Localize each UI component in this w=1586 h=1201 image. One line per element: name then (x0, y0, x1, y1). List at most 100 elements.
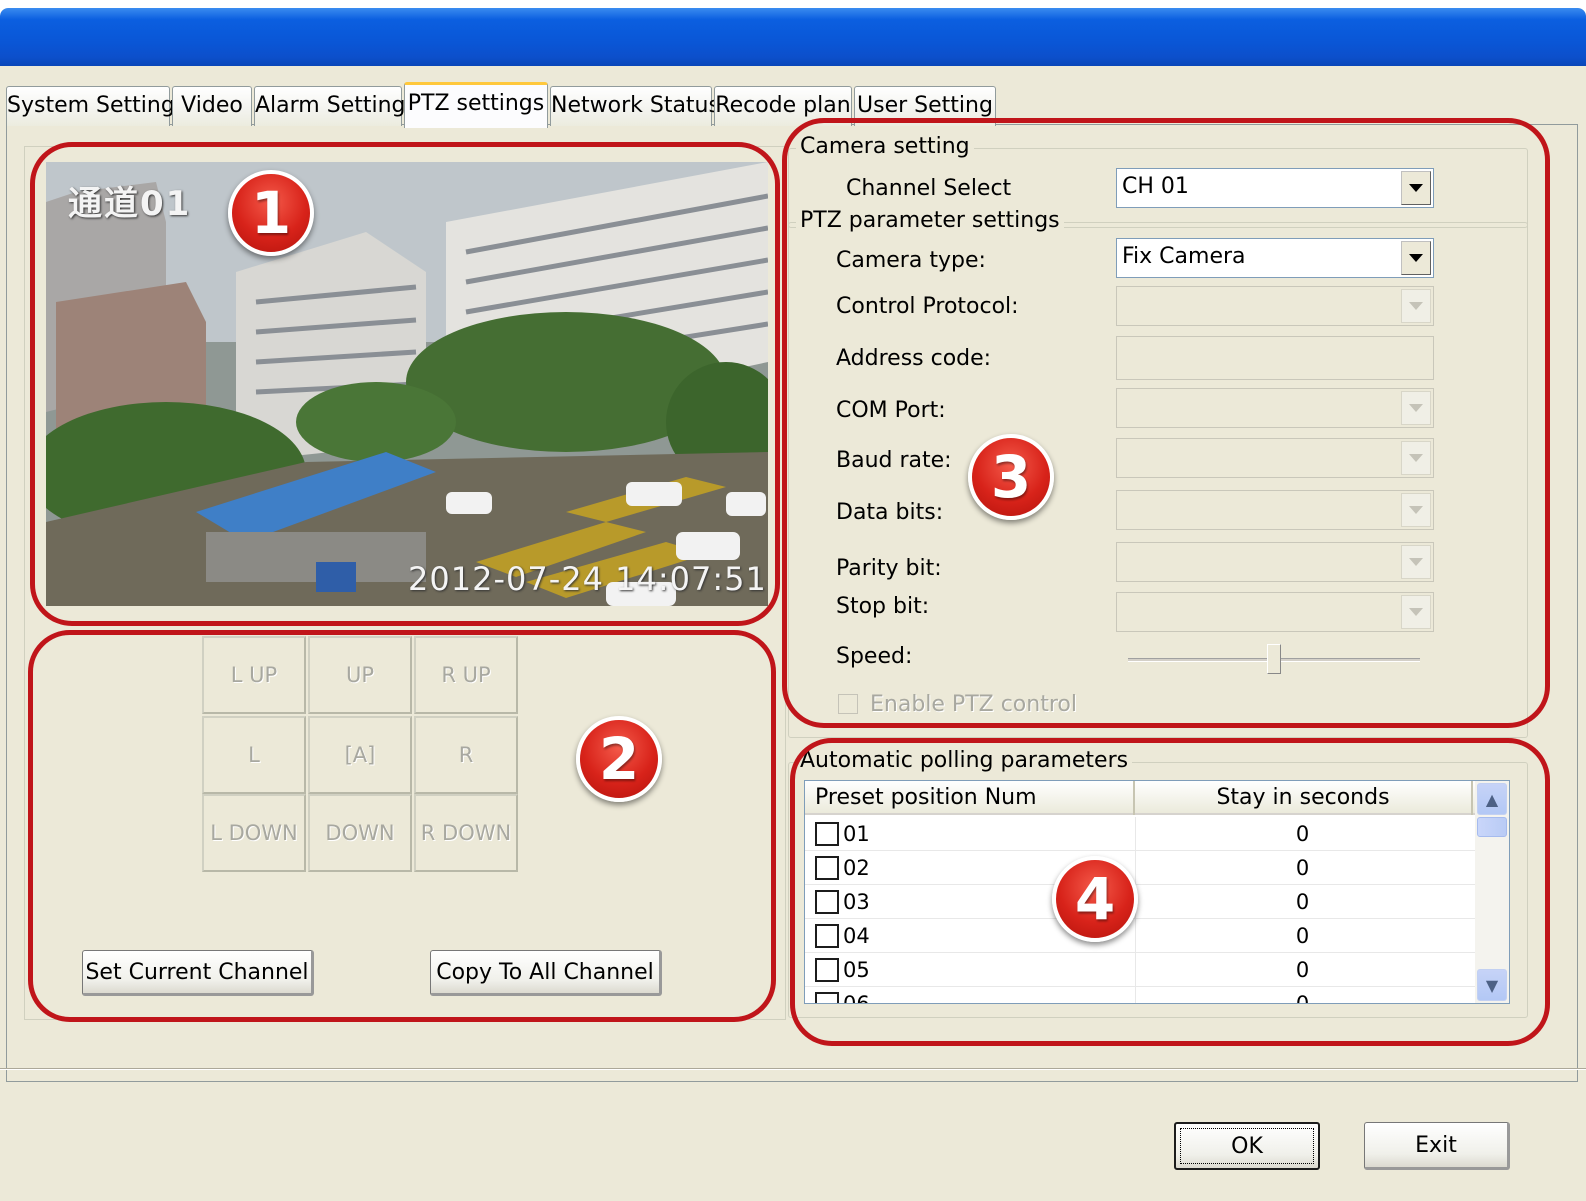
table-row[interactable]: 05 0 (805, 953, 1475, 987)
row-checkbox[interactable] (815, 924, 839, 948)
tab-ptz-settings[interactable]: PTZ settings (404, 82, 548, 128)
tab-label: Video (181, 93, 243, 118)
table-row[interactable]: 01 0 (805, 817, 1475, 851)
stay-seconds[interactable]: 0 (1135, 885, 1469, 919)
tab-alarm-setting[interactable]: Alarm Setting (254, 86, 406, 126)
ptz-right-up-button[interactable]: R UP (414, 636, 518, 714)
ptz-auto-button[interactable]: [A] (308, 716, 412, 794)
timestamp-osd: 2012-07-24 14:07:51 (408, 560, 767, 598)
chevron-down-icon[interactable] (1401, 241, 1431, 275)
scroll-down-icon[interactable]: ▼ (1477, 969, 1507, 1001)
exit-button[interactable]: Exit (1364, 1122, 1510, 1170)
tab-label: Alarm Setting (255, 93, 406, 118)
stay-seconds[interactable]: 0 (1135, 817, 1469, 851)
channel-select-value: CH 01 (1122, 174, 1189, 199)
table-row[interactable]: 03 0 (805, 885, 1475, 919)
annotation-badge-2: 2 (576, 716, 662, 802)
stay-seconds[interactable]: 0 (1135, 987, 1469, 1003)
chevron-down-icon (1401, 289, 1431, 323)
speed-slider-thumb[interactable] (1267, 644, 1281, 674)
tab-network-status[interactable]: Network Status (550, 86, 720, 126)
stop-bit-combo[interactable] (1116, 592, 1434, 632)
speed-label: Speed: (836, 644, 913, 669)
table-row[interactable]: 06 0 (805, 987, 1475, 1003)
com-port-combo[interactable] (1116, 388, 1434, 428)
column-stay-seconds[interactable]: Stay in seconds (1135, 781, 1473, 815)
enable-ptz-label: Enable PTZ control (870, 692, 1077, 717)
data-bits-combo[interactable] (1116, 490, 1434, 530)
title-bar[interactable] (0, 8, 1586, 66)
chevron-down-icon[interactable] (1401, 171, 1431, 205)
preset-cell: 01 (815, 817, 870, 851)
tab-label: PTZ settings (407, 91, 545, 116)
video-preview (46, 162, 768, 606)
table-row[interactable]: 04 0 (805, 919, 1475, 953)
tab-recode-plan[interactable]: Recode plan (714, 86, 852, 126)
camera-setting-legend: Camera setting (796, 134, 974, 159)
preset-cell: 06 (815, 987, 870, 1003)
row-checkbox[interactable] (815, 856, 839, 880)
ptz-right-down-button[interactable]: R DOWN (414, 794, 518, 872)
ptz-left-button[interactable]: L (202, 716, 306, 794)
ok-button[interactable]: OK (1174, 1122, 1320, 1170)
tab-video[interactable]: Video (172, 86, 252, 126)
ptz-right-button[interactable]: R (414, 716, 518, 794)
stop-bit-label: Stop bit: (836, 594, 930, 619)
preset-num: 02 (843, 856, 870, 880)
chevron-down-icon (1401, 493, 1431, 527)
baud-rate-label: Baud rate: (836, 448, 952, 473)
preset-num: 05 (843, 958, 870, 982)
channel-select-combo[interactable]: CH 01 (1116, 168, 1434, 208)
copy-to-all-channel-button[interactable]: Copy To All Channel (430, 950, 662, 996)
preset-cell: 02 (815, 851, 870, 885)
chevron-down-icon (1401, 545, 1431, 579)
column-preset-position[interactable]: Preset position Num (805, 781, 1135, 815)
preset-cell: 03 (815, 885, 870, 919)
tab-user-setting[interactable]: User Setting (854, 86, 996, 126)
ptz-down-button[interactable]: DOWN (308, 794, 412, 872)
control-protocol-combo[interactable] (1116, 286, 1434, 326)
row-checkbox[interactable] (815, 890, 839, 914)
set-current-channel-button[interactable]: Set Current Channel (82, 950, 314, 996)
tab-label: System Setting (7, 93, 175, 118)
camera-type-value: Fix Camera (1122, 244, 1246, 269)
tab-label: User Setting (857, 93, 993, 118)
parity-bit-label: Parity bit: (836, 556, 942, 581)
com-port-label: COM Port: (836, 398, 946, 423)
polling-scrollbar[interactable]: ▲ ▼ (1475, 781, 1509, 1003)
chevron-down-icon (1401, 441, 1431, 475)
parity-bit-combo[interactable] (1116, 542, 1434, 582)
tab-label: Network Status (551, 93, 720, 118)
camera-type-label: Camera type: (836, 248, 986, 273)
address-code-field[interactable] (1116, 336, 1434, 380)
polling-table-header: Preset position Num Stay in seconds (805, 781, 1475, 815)
polling-legend: Automatic polling parameters (796, 748, 1133, 773)
ptz-left-up-button[interactable]: L UP (202, 636, 306, 714)
scroll-up-icon[interactable]: ▲ (1477, 783, 1507, 815)
address-code-label: Address code: (836, 346, 992, 371)
ptz-left-down-button[interactable]: L DOWN (202, 794, 306, 872)
table-row[interactable]: 02 0 (805, 851, 1475, 885)
annotation-badge-1: 1 (228, 170, 314, 256)
ok-label: OK (1231, 1133, 1263, 1159)
stay-seconds[interactable]: 0 (1135, 851, 1469, 885)
tab-system-setting[interactable]: System Setting (6, 86, 175, 126)
row-checkbox[interactable] (815, 992, 839, 1003)
ptz-up-button[interactable]: UP (308, 636, 412, 714)
tab-label: Recode plan (715, 93, 851, 118)
chevron-down-icon (1401, 391, 1431, 425)
preset-num: 01 (843, 822, 870, 846)
scroll-thumb[interactable] (1477, 817, 1507, 837)
control-protocol-label: Control Protocol: (836, 294, 1019, 319)
baud-rate-combo[interactable] (1116, 438, 1434, 478)
stay-seconds[interactable]: 0 (1135, 953, 1469, 987)
row-checkbox[interactable] (815, 958, 839, 982)
camera-type-combo[interactable]: Fix Camera (1116, 238, 1434, 278)
preset-cell: 04 (815, 919, 870, 953)
enable-ptz-checkbox[interactable] (838, 694, 858, 714)
polling-table: Preset position Num Stay in seconds 01 0… (804, 780, 1510, 1004)
channel-osd: 通道01 (68, 184, 192, 224)
row-checkbox[interactable] (815, 822, 839, 846)
stay-seconds[interactable]: 0 (1135, 919, 1469, 953)
chevron-down-icon (1401, 595, 1431, 629)
